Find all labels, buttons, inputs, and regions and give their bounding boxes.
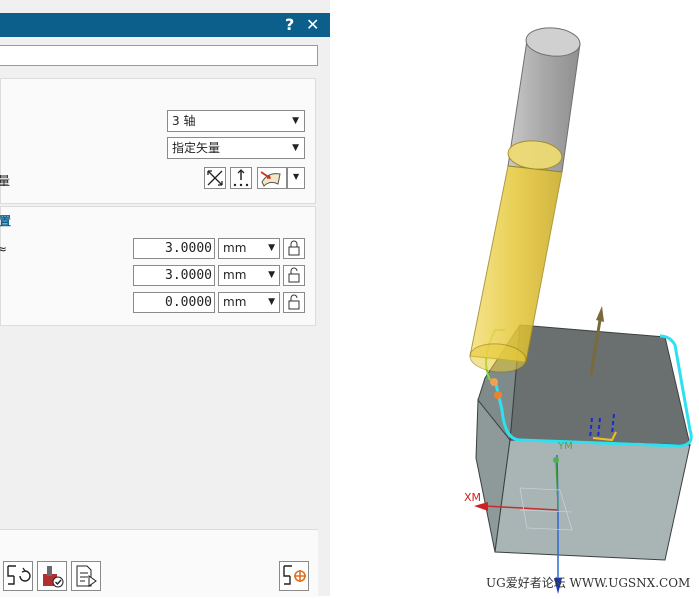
- add-path-button[interactable]: [279, 561, 309, 591]
- two-point-vector-icon[interactable]: [204, 167, 226, 189]
- offset-label: ≈: [0, 242, 8, 256]
- dialog-empty-area: [0, 326, 318, 526]
- chevron-down-icon: ▼: [292, 116, 299, 126]
- offset-z-unit-select[interactable]: mm ▼: [218, 292, 280, 313]
- lock-icon[interactable]: [283, 292, 305, 313]
- close-icon[interactable]: ✕: [306, 15, 319, 34]
- axis-group: 3 轴 ▼ 指定矢量 ▼ 量 ▼: [0, 78, 316, 204]
- vector-constructor-icon[interactable]: [257, 167, 287, 189]
- offset-y-input[interactable]: 3.0000: [133, 265, 215, 286]
- lock-icon[interactable]: [283, 265, 305, 286]
- axis-y-label: YM: [557, 441, 573, 452]
- point-vector-icon[interactable]: [230, 167, 252, 189]
- list-toolpath-button[interactable]: [71, 561, 101, 591]
- graphics-viewport[interactable]: XM YM: [330, 0, 699, 596]
- name-input[interactable]: [0, 45, 318, 66]
- axis-select[interactable]: 3 轴 ▼: [167, 110, 305, 132]
- generate-toolpath-button[interactable]: [3, 561, 33, 591]
- direction-select[interactable]: 指定矢量 ▼: [167, 137, 305, 159]
- path-point: [490, 378, 498, 386]
- chevron-down-icon: ▼: [268, 243, 275, 253]
- offset-x-input[interactable]: 3.0000: [133, 238, 215, 259]
- lock-icon[interactable]: [283, 238, 305, 259]
- axis-x-label: XM: [464, 491, 481, 504]
- operation-dialog: ? ✕ 3 轴 ▼ 指定矢量 ▼ 量 ▼ 置 ≈ 3.0000 mm ▼ 3.0…: [0, 0, 330, 597]
- chevron-down-icon: ▼: [293, 172, 300, 181]
- offset-x-unit-select[interactable]: mm ▼: [218, 238, 280, 259]
- offset-z-input[interactable]: 0.0000: [133, 292, 215, 313]
- unit-value: mm: [223, 268, 247, 282]
- chevron-down-icon: ▼: [268, 270, 275, 280]
- vector-label: 量: [0, 174, 11, 188]
- chevron-down-icon: ▼: [292, 143, 299, 153]
- position-group-header: 置: [0, 214, 12, 228]
- path-point: [494, 391, 502, 399]
- unit-value: mm: [223, 295, 247, 309]
- position-group: 置 ≈ 3.0000 mm ▼ 3.0000 mm ▼ 0.0000 mm ▼: [0, 206, 316, 326]
- offset-y-unit-select[interactable]: mm ▼: [218, 265, 280, 286]
- watermark: UG爱好者论坛 WWW.UGSNX.COM: [486, 576, 691, 590]
- unit-value: mm: [223, 241, 247, 255]
- cutting-tool[interactable]: [469, 26, 581, 375]
- help-icon[interactable]: ?: [285, 15, 294, 34]
- axis-select-value: 3 轴: [172, 114, 196, 128]
- verify-toolpath-button[interactable]: [37, 561, 67, 591]
- vector-dropdown-button[interactable]: ▼: [287, 167, 305, 189]
- chevron-down-icon: ▼: [268, 297, 275, 307]
- direction-select-value: 指定矢量: [172, 141, 221, 155]
- dialog-title-bar: ? ✕: [0, 13, 330, 37]
